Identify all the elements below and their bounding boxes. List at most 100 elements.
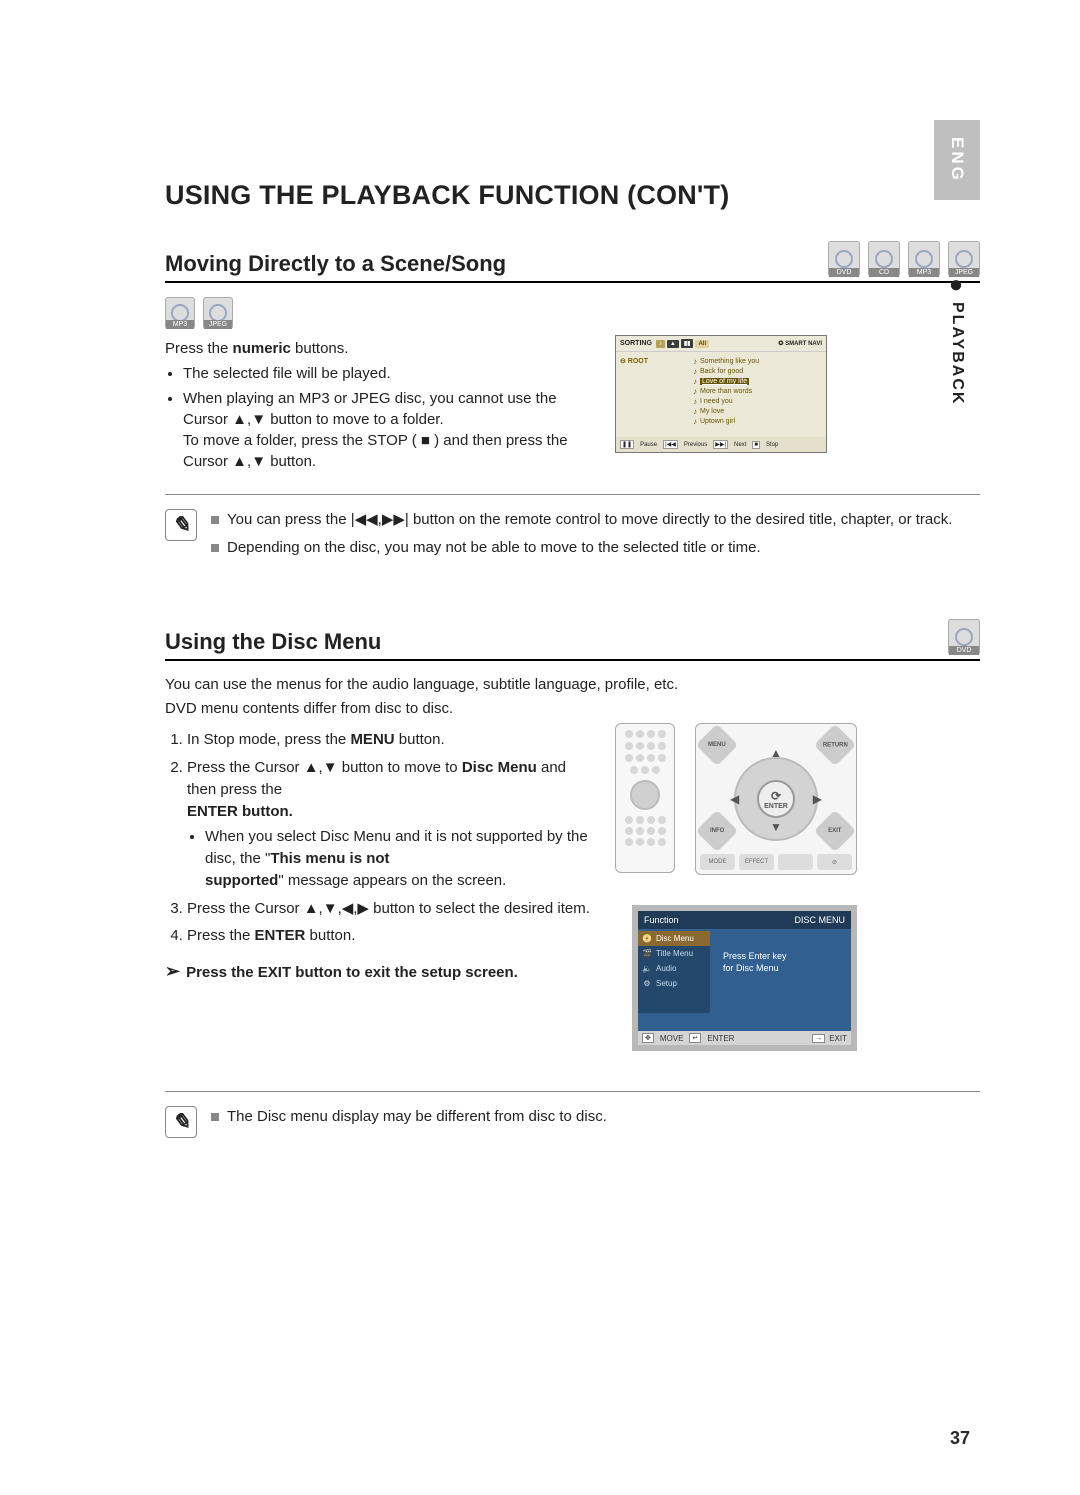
disc-type-icons: DVD CD MP3 JPEG [828,241,980,277]
bullet-item: The selected file will be played. [183,363,595,384]
music-note-icon: ♪ [693,397,697,406]
sorting-label: SORTING [620,340,652,347]
pointer-icon: ➢ [165,961,180,981]
foot-button: ⊘ [817,854,852,870]
disc-icon-jpeg: JPEG [948,241,980,277]
osd-menu-item-selected: 📀Disc Menu [638,931,710,946]
section1-body: Press the numeric buttons. The selected … [165,335,980,476]
section2-figures: MENU RETURN INFO EXIT ▲ ▼ ◀ ▶ ⟳ENTER MOD… [615,723,857,1051]
remote-wheel-icon [630,780,660,810]
song-item: ♪My love [693,407,822,416]
enter-key-icon: ↵ [689,1033,701,1043]
music-note-icon: ♪ [693,407,697,416]
previous-label: Previous [684,442,707,448]
step2-subbullets: When you select Disc Menu and it is not … [187,826,595,891]
disc-icon-mp3: MP3 [165,297,195,329]
next-key-icon: ▶▶| [713,440,728,449]
sort-list-icon: ▮▮ [681,339,694,348]
osd-title-left: Function [644,915,679,925]
osd-footer: ✥MOVE ↵ENTER →EXIT [638,1031,851,1045]
osd-titlebar: Function DISC MENU [638,911,851,929]
return-button: RETURN [814,724,856,766]
arrow-right-icon: ▶ [813,792,822,806]
arrow-up-icon: ▲ [770,746,782,760]
exit-key-icon: → [812,1034,825,1043]
pause-key-icon: ❚❚ [620,440,634,449]
remote-illustration [615,723,675,873]
intro-text: Press the numeric buttons. [165,339,595,359]
disc-icon-cd: CD [868,241,900,277]
dpad-foot-buttons: MODE EFFECT ⊘ [700,854,852,870]
intro-text: DVD menu contents differ from disc to di… [165,699,980,719]
manual-page: ENG ● PLAYBACK USING THE PLAYBACK FUNCTI… [0,0,1080,1495]
prev-key-icon: |◀◀ [663,440,678,449]
note-bullet-icon [211,544,219,552]
bullet-icon: ● [949,280,966,290]
step-item: Press the Cursor ▲,▼ button to move to D… [187,757,595,892]
song-item: ♪Uptown girl [693,417,822,426]
section-moving-header: Moving Directly to a Scene/Song DVD CD M… [165,241,980,283]
smartnavi-list: ♪Something like you ♪Back for good ♪Love… [689,352,826,437]
root-folder: ⊖ ROOT [620,357,685,365]
note-bullet-icon [211,516,219,524]
osd-body: Function DISC MENU 📀Disc Menu 🎬Title Men… [638,911,851,1031]
section1-bullets: The selected file will be played. When p… [165,363,595,472]
exit-instruction: ➢Press the EXIT button to exit the setup… [165,961,595,982]
note-text: Depending on the disc, you may not be ab… [227,539,761,556]
pause-label: Pause [640,442,657,448]
song-item: ♪Back for good [693,367,822,376]
disc-icon-dvd: DVD [828,241,860,277]
info-button: INFO [696,810,738,852]
smartnavi-footer: ❚❚ Pause |◀◀ Previous ▶▶| Next ■ Stop [616,437,826,452]
step-item: In Stop mode, press the MENU button. [187,729,595,751]
note-content: The Disc menu display may be different f… [211,1106,607,1138]
exit-button: EXIT [814,810,856,852]
smartnavi-sort-bar: SORTING ♪ ▲ ▮▮ All ✪ SMART NAVI [616,336,826,352]
page-number: 37 [950,1428,970,1449]
smart-navi-label: ✪ SMART NAVI [778,340,822,347]
music-note-icon: ♪ [693,367,697,376]
note-icon: ✎ [165,1106,197,1138]
smartnavi-body: ⊖ ROOT ♪Something like you ♪Back for goo… [616,352,826,437]
osd-screenshot: Function DISC MENU 📀Disc Menu 🎬Title Men… [632,905,857,1051]
sub-disc-icons: MP3 JPEG [165,297,980,329]
disc-icon-mp3: MP3 [908,241,940,277]
language-tab-text: ENG [947,137,967,183]
section1-text: Press the numeric buttons. The selected … [165,335,595,476]
language-tab: ENG [934,120,980,200]
section1-notes: ✎ You can press the |◀◀,▶▶| button on th… [165,494,980,559]
side-section-label: ● PLAYBACK [934,280,980,405]
move-key-icon: ✥ [642,1033,654,1043]
smart-navi-screenshot: SORTING ♪ ▲ ▮▮ All ✪ SMART NAVI ⊖ ROOT ♪… [615,335,827,453]
sort-all-icon: All [695,340,709,348]
next-label: Next [734,442,746,448]
section2-steps: In Stop mode, press the MENU button. Pre… [165,729,595,947]
note-text: The Disc menu display may be different f… [227,1108,607,1125]
song-item: ♪Something like you [693,357,822,366]
bullet-item: When playing an MP3 or JPEG disc, you ca… [183,388,595,472]
step-item: Press the ENTER button. [187,925,595,947]
stop-key-icon: ■ [752,441,760,449]
sort-photo-icon: ▲ [667,340,679,348]
stop-label: Stop [766,442,778,448]
music-note-icon: ♪ [693,377,697,386]
section-moving-heading: Moving Directly to a Scene/Song [165,251,506,277]
dpad-illustration: MENU RETURN INFO EXIT ▲ ▼ ◀ ▶ ⟳ENTER MOD… [695,723,857,875]
menu-button: MENU [696,724,738,766]
disc-type-icons: DVD [948,619,980,655]
arrow-left-icon: ◀ [730,792,739,806]
note-text: You can press the |◀◀,▶▶| button on the … [227,511,952,528]
sub-bullet-item: When you select Disc Menu and it is not … [205,826,595,891]
note-bullet-icon [211,1113,219,1121]
section2-body: In Stop mode, press the MENU button. Pre… [165,723,980,1051]
osd-menu-list: 📀Disc Menu 🎬Title Menu 🔈Audio ⚙Setup [638,931,710,1013]
page-title: USING THE PLAYBACK FUNCTION (CON'T) [165,180,980,211]
osd-menu-item: ⚙Setup [638,976,710,991]
move-label: MOVE [660,1034,684,1043]
enter-label: ENTER [707,1034,734,1043]
step-item: Press the Cursor ▲,▼,◀,▶ button to selec… [187,898,595,920]
intro-text: You can use the menus for the audio lang… [165,675,980,695]
music-note-icon: ♪ [693,357,697,366]
sort-music-icon: ♪ [656,340,665,348]
osd-message: Press Enter key for Disc Menu [723,951,787,974]
